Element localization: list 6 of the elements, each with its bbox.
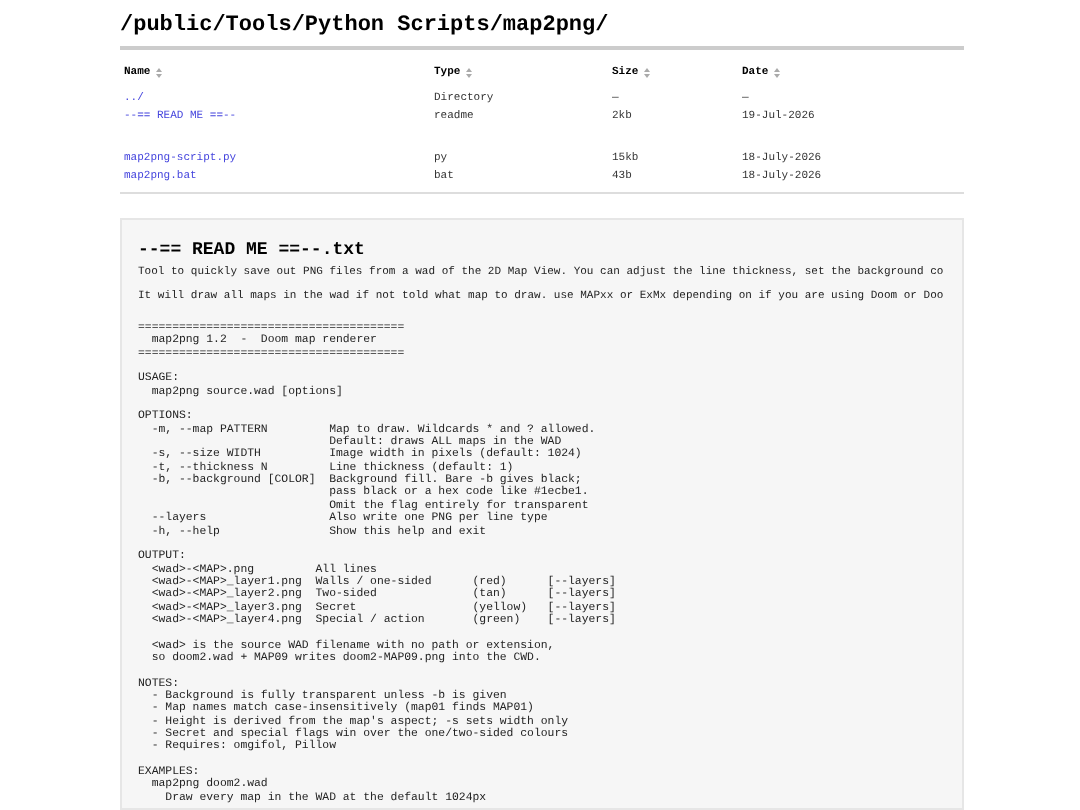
sort-icon[interactable] xyxy=(156,68,163,78)
sort-icon[interactable] xyxy=(644,68,651,78)
sort-icon[interactable] xyxy=(466,68,473,78)
readme-title: --== READ ME ==--.txt xyxy=(138,240,365,262)
sort-icon[interactable] xyxy=(774,68,781,78)
page-title: /public/Tools/Python Scripts/map2png/ xyxy=(120,12,609,40)
